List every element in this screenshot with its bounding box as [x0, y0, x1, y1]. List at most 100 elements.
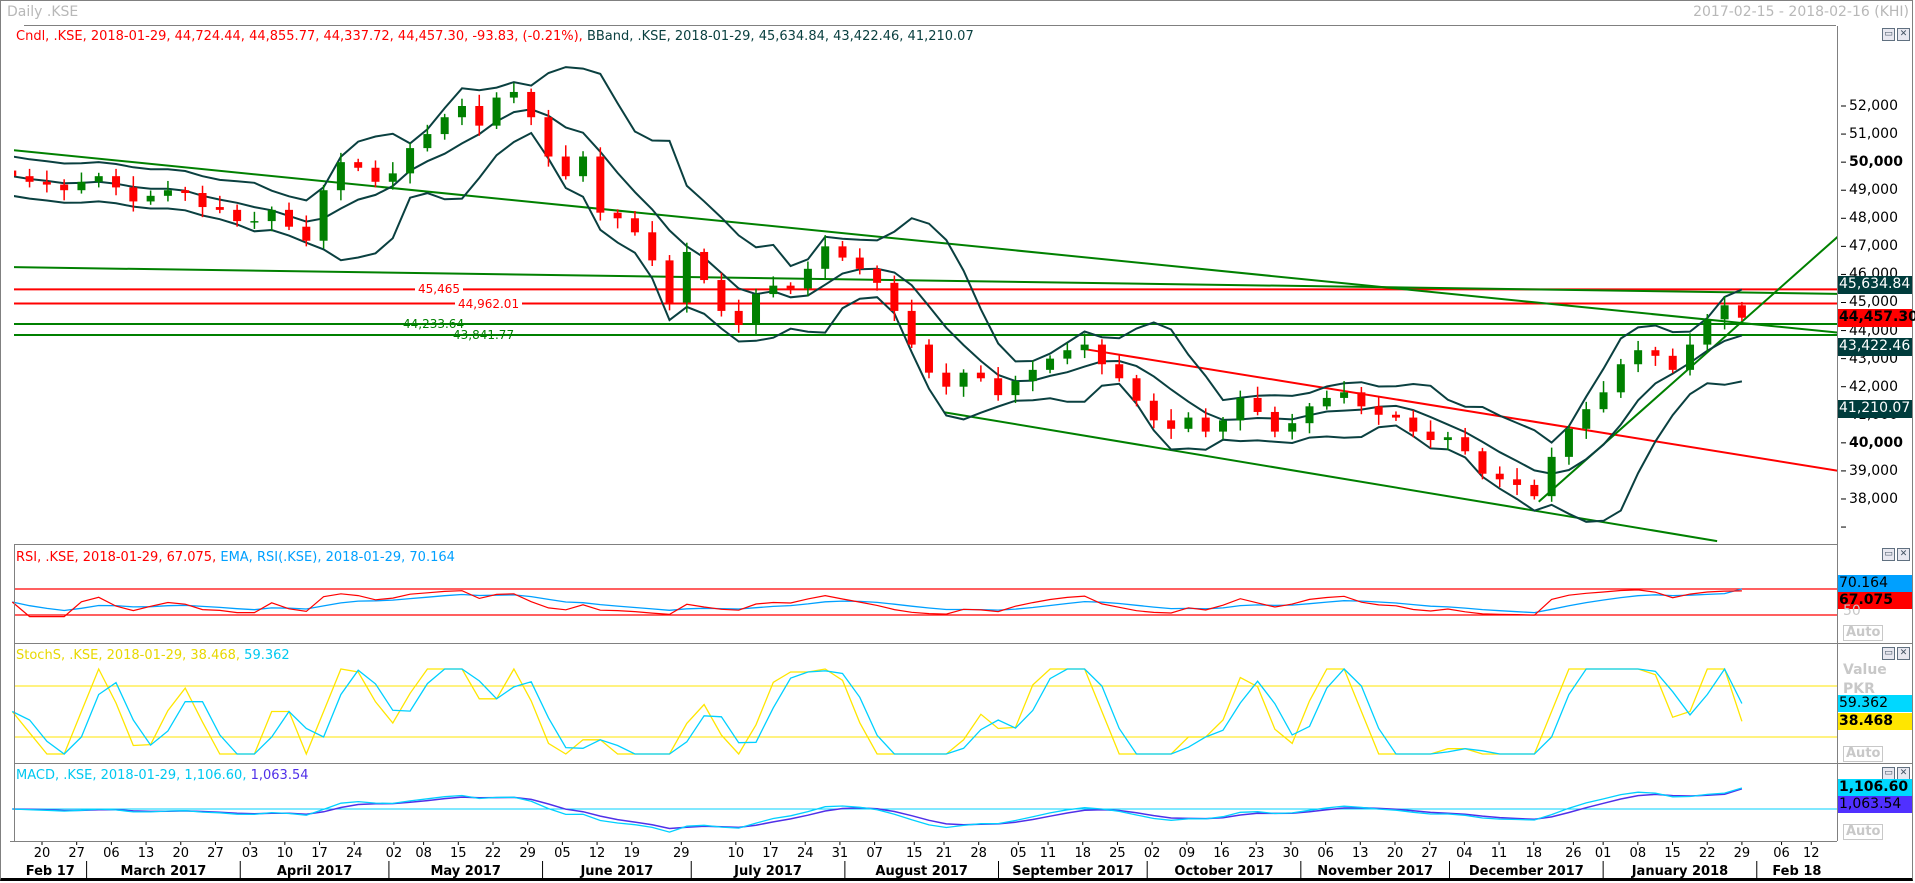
- rsi-stoch-divider[interactable]: [14, 643, 1912, 644]
- candle-body: [734, 310, 743, 325]
- price-tick-label: 48,000: [1849, 210, 1898, 227]
- candle-body: [77, 181, 86, 191]
- candle: [1461, 427, 1470, 455]
- candle-body: [1115, 364, 1124, 379]
- rsi-ema-legend-text: EMA, RSI(.KSE), 2018-01-29, 70.164: [220, 550, 455, 565]
- candle-body: [1357, 392, 1366, 407]
- candle-body: [1668, 355, 1677, 370]
- price-tick-label: 42,000: [1849, 378, 1898, 395]
- date-tick-label: 27: [68, 846, 85, 861]
- rsi-ema-value-box: 70.164: [1838, 575, 1912, 592]
- price-value-box: 44,457.30: [1838, 308, 1915, 327]
- candle-body: [302, 226, 311, 241]
- candle: [1374, 397, 1383, 425]
- candle-body: [596, 156, 605, 213]
- date-tick-label: 12: [1803, 846, 1820, 861]
- candle-body: [406, 148, 415, 174]
- candle-body: [509, 91, 518, 98]
- candle: [1322, 390, 1331, 410]
- candle: [1115, 354, 1124, 382]
- date-tick-label: 27: [207, 846, 224, 861]
- candle: [475, 94, 484, 136]
- date-tick-label: 15: [1664, 846, 1681, 861]
- candle-body: [1149, 400, 1158, 421]
- candle-body: [1011, 381, 1020, 396]
- date-tick-label: 03: [241, 846, 259, 861]
- candle-body: [1219, 420, 1228, 432]
- date-tick-label: 18: [1525, 846, 1543, 861]
- date-tick-label: 04: [1456, 846, 1473, 861]
- candle-body: [752, 294, 761, 325]
- stoch-k-legend-text: StochS, .KSE, 2018-01-29, 38.468,: [16, 648, 241, 663]
- price-plot: [14, 66, 1837, 543]
- candle-body: [215, 207, 224, 210]
- candle: [1391, 411, 1400, 421]
- rsi-legend: RSI, .KSE, 2018-01-29, 67.075, EMA, RSI(…: [16, 550, 455, 565]
- date-tick-label: 08: [415, 846, 432, 861]
- indicator-left-border: [14, 544, 15, 841]
- candle: [1530, 479, 1539, 500]
- candle: [579, 151, 588, 182]
- candle: [112, 168, 121, 196]
- candle-body: [336, 162, 345, 191]
- macd-auto-button[interactable]: Auto: [1843, 824, 1884, 840]
- stoch-d-legend-text: 59.362: [244, 648, 290, 663]
- candle: [371, 160, 380, 188]
- candle-body: [25, 176, 34, 182]
- candle-body: [319, 190, 328, 241]
- candle: [907, 299, 916, 348]
- candle-body: [613, 212, 622, 219]
- date-tick-label: 24: [345, 846, 363, 861]
- candle: [1409, 410, 1418, 438]
- rsi-close-icon[interactable]: ✕: [1897, 548, 1910, 561]
- date-tick-label: 06: [103, 846, 120, 861]
- restore-icon[interactable]: ▭: [1882, 28, 1895, 41]
- date-tick-label: 05: [554, 846, 571, 861]
- chart-canvas[interactable]: [0, 0, 1915, 883]
- candle-body: [371, 167, 380, 182]
- month-label: May 2017: [430, 864, 501, 879]
- date-tick-label: 10: [727, 846, 745, 861]
- date-tick-label: 15: [905, 846, 923, 861]
- macd-legend: MACD, .KSE, 2018-01-29, 1,106.60, 1,063.…: [16, 768, 309, 783]
- candle: [838, 241, 847, 261]
- close-icon[interactable]: ✕: [1897, 28, 1910, 41]
- price-value-box: 41,210.07: [1838, 399, 1912, 418]
- candle-body: [1737, 305, 1746, 318]
- candle-body: [579, 156, 588, 177]
- price-value-box: 45,634.84: [1838, 275, 1912, 294]
- rsi-restore-icon[interactable]: ▭: [1882, 548, 1895, 561]
- candle: [924, 339, 933, 379]
- candle: [630, 210, 639, 236]
- date-tick-label: 17: [762, 846, 779, 861]
- price-tick-label: 50,000: [1849, 154, 1904, 171]
- date-tick-label: 24: [796, 846, 814, 861]
- candle-body: [561, 156, 570, 177]
- candle-body: [1097, 344, 1106, 365]
- candle: [1564, 425, 1573, 465]
- candle: [181, 186, 190, 201]
- stoch-macd-divider[interactable]: [14, 763, 1912, 764]
- month-label: September 2017: [1012, 864, 1134, 879]
- stoch-auto-button[interactable]: Auto: [1843, 746, 1884, 762]
- candle: [1063, 342, 1072, 365]
- stoch-close-icon[interactable]: ✕: [1897, 647, 1910, 660]
- candle: [1513, 468, 1522, 496]
- candle: [527, 88, 536, 126]
- candle: [1547, 447, 1556, 502]
- candle: [285, 202, 294, 231]
- candle: [769, 276, 778, 298]
- candle-body: [129, 187, 138, 202]
- candle: [1253, 386, 1262, 416]
- candle: [613, 209, 622, 229]
- rsi-auto-button[interactable]: Auto: [1843, 625, 1884, 641]
- date-tick-label: 05: [1010, 846, 1027, 861]
- candle: [1651, 346, 1660, 366]
- date-tick-label: 16: [1213, 846, 1230, 861]
- main-rsi-divider[interactable]: [14, 544, 1837, 545]
- date-tick-label: 01: [1594, 846, 1612, 861]
- candle: [648, 221, 657, 266]
- month-label: March 2017: [120, 864, 207, 879]
- candle-body: [838, 246, 847, 258]
- stoch-restore-icon[interactable]: ▭: [1882, 647, 1895, 660]
